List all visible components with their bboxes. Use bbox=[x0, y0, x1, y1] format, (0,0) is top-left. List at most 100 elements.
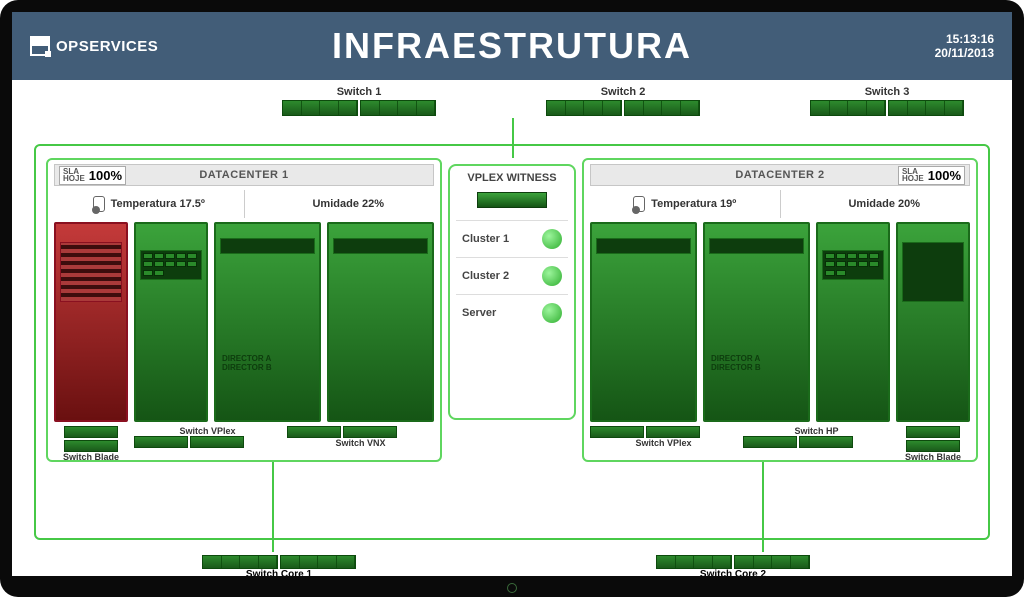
rack-top-icon bbox=[333, 238, 428, 254]
connector-line bbox=[272, 462, 274, 552]
witness-row-label: Cluster 1 bbox=[462, 233, 509, 245]
switch-device-icon bbox=[656, 555, 732, 569]
switch-device-icon bbox=[743, 436, 797, 448]
dc2-hum-text: Umidade 20% bbox=[848, 198, 920, 210]
dc1-sub-switches: Switch Blade Switch VPlex bbox=[54, 426, 434, 462]
dc2-switch-blade[interactable]: Switch Blade bbox=[896, 426, 970, 462]
dc1-temp-text: Temperatura 17.5º bbox=[111, 198, 205, 210]
dc1-switch-vnx[interactable]: Switch VNX bbox=[287, 426, 434, 448]
dc2-humidity: Umidade 20% bbox=[780, 190, 971, 218]
switch-device-icon bbox=[646, 426, 700, 438]
diagram-canvas: SLA HOJE 100% DATACENTER 1 Temperatura 1… bbox=[12, 118, 1012, 576]
witness-row-label: Cluster 2 bbox=[462, 270, 509, 282]
dc1-racks: DIRECTOR A DIRECTOR B bbox=[54, 222, 434, 422]
switch-device-icon bbox=[734, 555, 810, 569]
dc1-env: Temperatura 17.5º Umidade 22% bbox=[54, 190, 434, 218]
switch-device-icon bbox=[590, 426, 644, 438]
dc1-sw-vnx-label: Switch VNX bbox=[287, 438, 434, 448]
witness-cluster-2: Cluster 2 bbox=[456, 257, 568, 294]
director-b: DIRECTOR B bbox=[711, 363, 802, 372]
switch-device-icon bbox=[360, 100, 436, 116]
switch-device-icon bbox=[64, 426, 118, 438]
switch-device-icon bbox=[202, 555, 278, 569]
connector-line bbox=[512, 118, 514, 158]
witness-server: Server bbox=[456, 294, 568, 331]
app-header: OPSERVICES INFRAESTRUTURA 15:13:16 20/11… bbox=[12, 12, 1012, 80]
rack-modules-icon bbox=[140, 250, 202, 280]
server-icon bbox=[477, 192, 547, 208]
switch-core-2[interactable]: Switch Core 2 bbox=[656, 555, 810, 576]
dc2-directors: DIRECTOR A DIRECTOR B bbox=[711, 354, 802, 372]
director-a: DIRECTOR A bbox=[222, 354, 313, 363]
rack-modules-icon bbox=[902, 242, 964, 302]
switch-1[interactable]: Switch 1 bbox=[282, 86, 436, 116]
dc2-sw-hp-label: Switch HP bbox=[743, 426, 890, 436]
dc2-racks: DIRECTOR A DIRECTOR B bbox=[590, 222, 970, 422]
switch-3[interactable]: Switch 3 bbox=[810, 86, 964, 116]
monitor-frame: OPSERVICES INFRAESTRUTURA 15:13:16 20/11… bbox=[0, 0, 1024, 597]
rack-top-icon bbox=[596, 238, 691, 254]
dc2-switch-hp[interactable]: Switch HP bbox=[743, 426, 890, 448]
brand-logo-icon bbox=[30, 36, 50, 56]
clock-time: 15:13:16 bbox=[935, 32, 994, 46]
dc1-rack-vnx[interactable] bbox=[327, 222, 434, 422]
status-dot-icon bbox=[542, 229, 562, 249]
top-switch-row: Switch 1 Switch 2 Switch 3 bbox=[12, 80, 1012, 118]
switch-device-icon bbox=[546, 100, 622, 116]
dc2-sla-value: 100% bbox=[928, 168, 961, 183]
switch-core-1[interactable]: Switch Core 1 bbox=[202, 555, 356, 576]
dc1-sla-value: 100% bbox=[89, 168, 122, 183]
dc1-rack-blade[interactable] bbox=[54, 222, 128, 422]
switch-device-icon bbox=[190, 436, 244, 448]
switch-device-icon bbox=[888, 100, 964, 116]
dc1-humidity: Umidade 22% bbox=[244, 190, 435, 218]
switch-device-icon bbox=[799, 436, 853, 448]
dc2-rack-hp[interactable] bbox=[816, 222, 890, 422]
switch-device-icon bbox=[282, 100, 358, 116]
status-dot-icon bbox=[542, 303, 562, 323]
rack-top-icon bbox=[220, 238, 315, 254]
dc1-switch-blade[interactable]: Switch Blade bbox=[54, 426, 128, 462]
datacenter-1[interactable]: SLA HOJE 100% DATACENTER 1 Temperatura 1… bbox=[46, 158, 442, 462]
dc2-sla: SLA HOJE 100% bbox=[898, 166, 965, 185]
switch-2[interactable]: Switch 2 bbox=[546, 86, 700, 116]
datacenter-row: SLA HOJE 100% DATACENTER 1 Temperatura 1… bbox=[46, 158, 978, 462]
dc1-directors: DIRECTOR A DIRECTOR B bbox=[222, 354, 313, 372]
dc2-sw-blade-label: Switch Blade bbox=[896, 452, 970, 462]
core-1-label: Switch Core 1 bbox=[202, 569, 356, 576]
page-title: INFRAESTRUTURA bbox=[12, 25, 1012, 67]
dc1-rack-vplex[interactable]: DIRECTOR A DIRECTOR B bbox=[214, 222, 321, 422]
brand-rest: SERVICES bbox=[79, 38, 159, 55]
power-led-icon bbox=[507, 583, 517, 593]
datacenter-2[interactable]: DATACENTER 2 SLA HOJE 100% Tempera bbox=[582, 158, 978, 462]
dc1-sla: SLA HOJE 100% bbox=[59, 166, 126, 185]
switch-3-label: Switch 3 bbox=[810, 86, 964, 98]
witness-row-label: Server bbox=[462, 307, 496, 319]
switch-1-label: Switch 1 bbox=[282, 86, 436, 98]
switch-device-icon bbox=[343, 426, 397, 438]
dc2-switch-vplex[interactable]: Switch VPlex bbox=[590, 426, 737, 448]
dc2-rack-blade[interactable] bbox=[896, 222, 970, 422]
dc1-header: SLA HOJE 100% DATACENTER 1 bbox=[54, 164, 434, 186]
witness-title: VPLEX WITNESS bbox=[456, 172, 568, 184]
switch-device-icon bbox=[287, 426, 341, 438]
dc1-hum-text: Umidade 22% bbox=[312, 198, 384, 210]
vplex-witness[interactable]: VPLEX WITNESS Cluster 1 Cluster 2 Server bbox=[448, 164, 576, 420]
dc2-rack-vplex[interactable]: DIRECTOR A DIRECTOR B bbox=[703, 222, 810, 422]
dc2-temp-text: Temperatura 19º bbox=[651, 198, 736, 210]
dc1-rack-hp[interactable] bbox=[134, 222, 208, 422]
thermometer-icon bbox=[633, 196, 645, 212]
dc1-sw-blade-label: Switch Blade bbox=[54, 452, 128, 462]
dc1-switch-vplex[interactable]: Switch VPlex bbox=[134, 426, 281, 448]
brand: OPSERVICES bbox=[30, 36, 158, 56]
dc2-env: Temperatura 19º Umidade 20% bbox=[590, 190, 970, 218]
dc2-rack-vnx[interactable] bbox=[590, 222, 697, 422]
switch-device-icon bbox=[810, 100, 886, 116]
clock: 15:13:16 20/11/2013 bbox=[935, 32, 994, 60]
clock-date: 20/11/2013 bbox=[935, 46, 994, 60]
switch-device-icon bbox=[906, 426, 960, 438]
dc2-header: DATACENTER 2 SLA HOJE 100% bbox=[590, 164, 970, 186]
switch-2-label: Switch 2 bbox=[546, 86, 700, 98]
status-dot-icon bbox=[542, 266, 562, 286]
rack-modules-icon bbox=[822, 250, 884, 280]
